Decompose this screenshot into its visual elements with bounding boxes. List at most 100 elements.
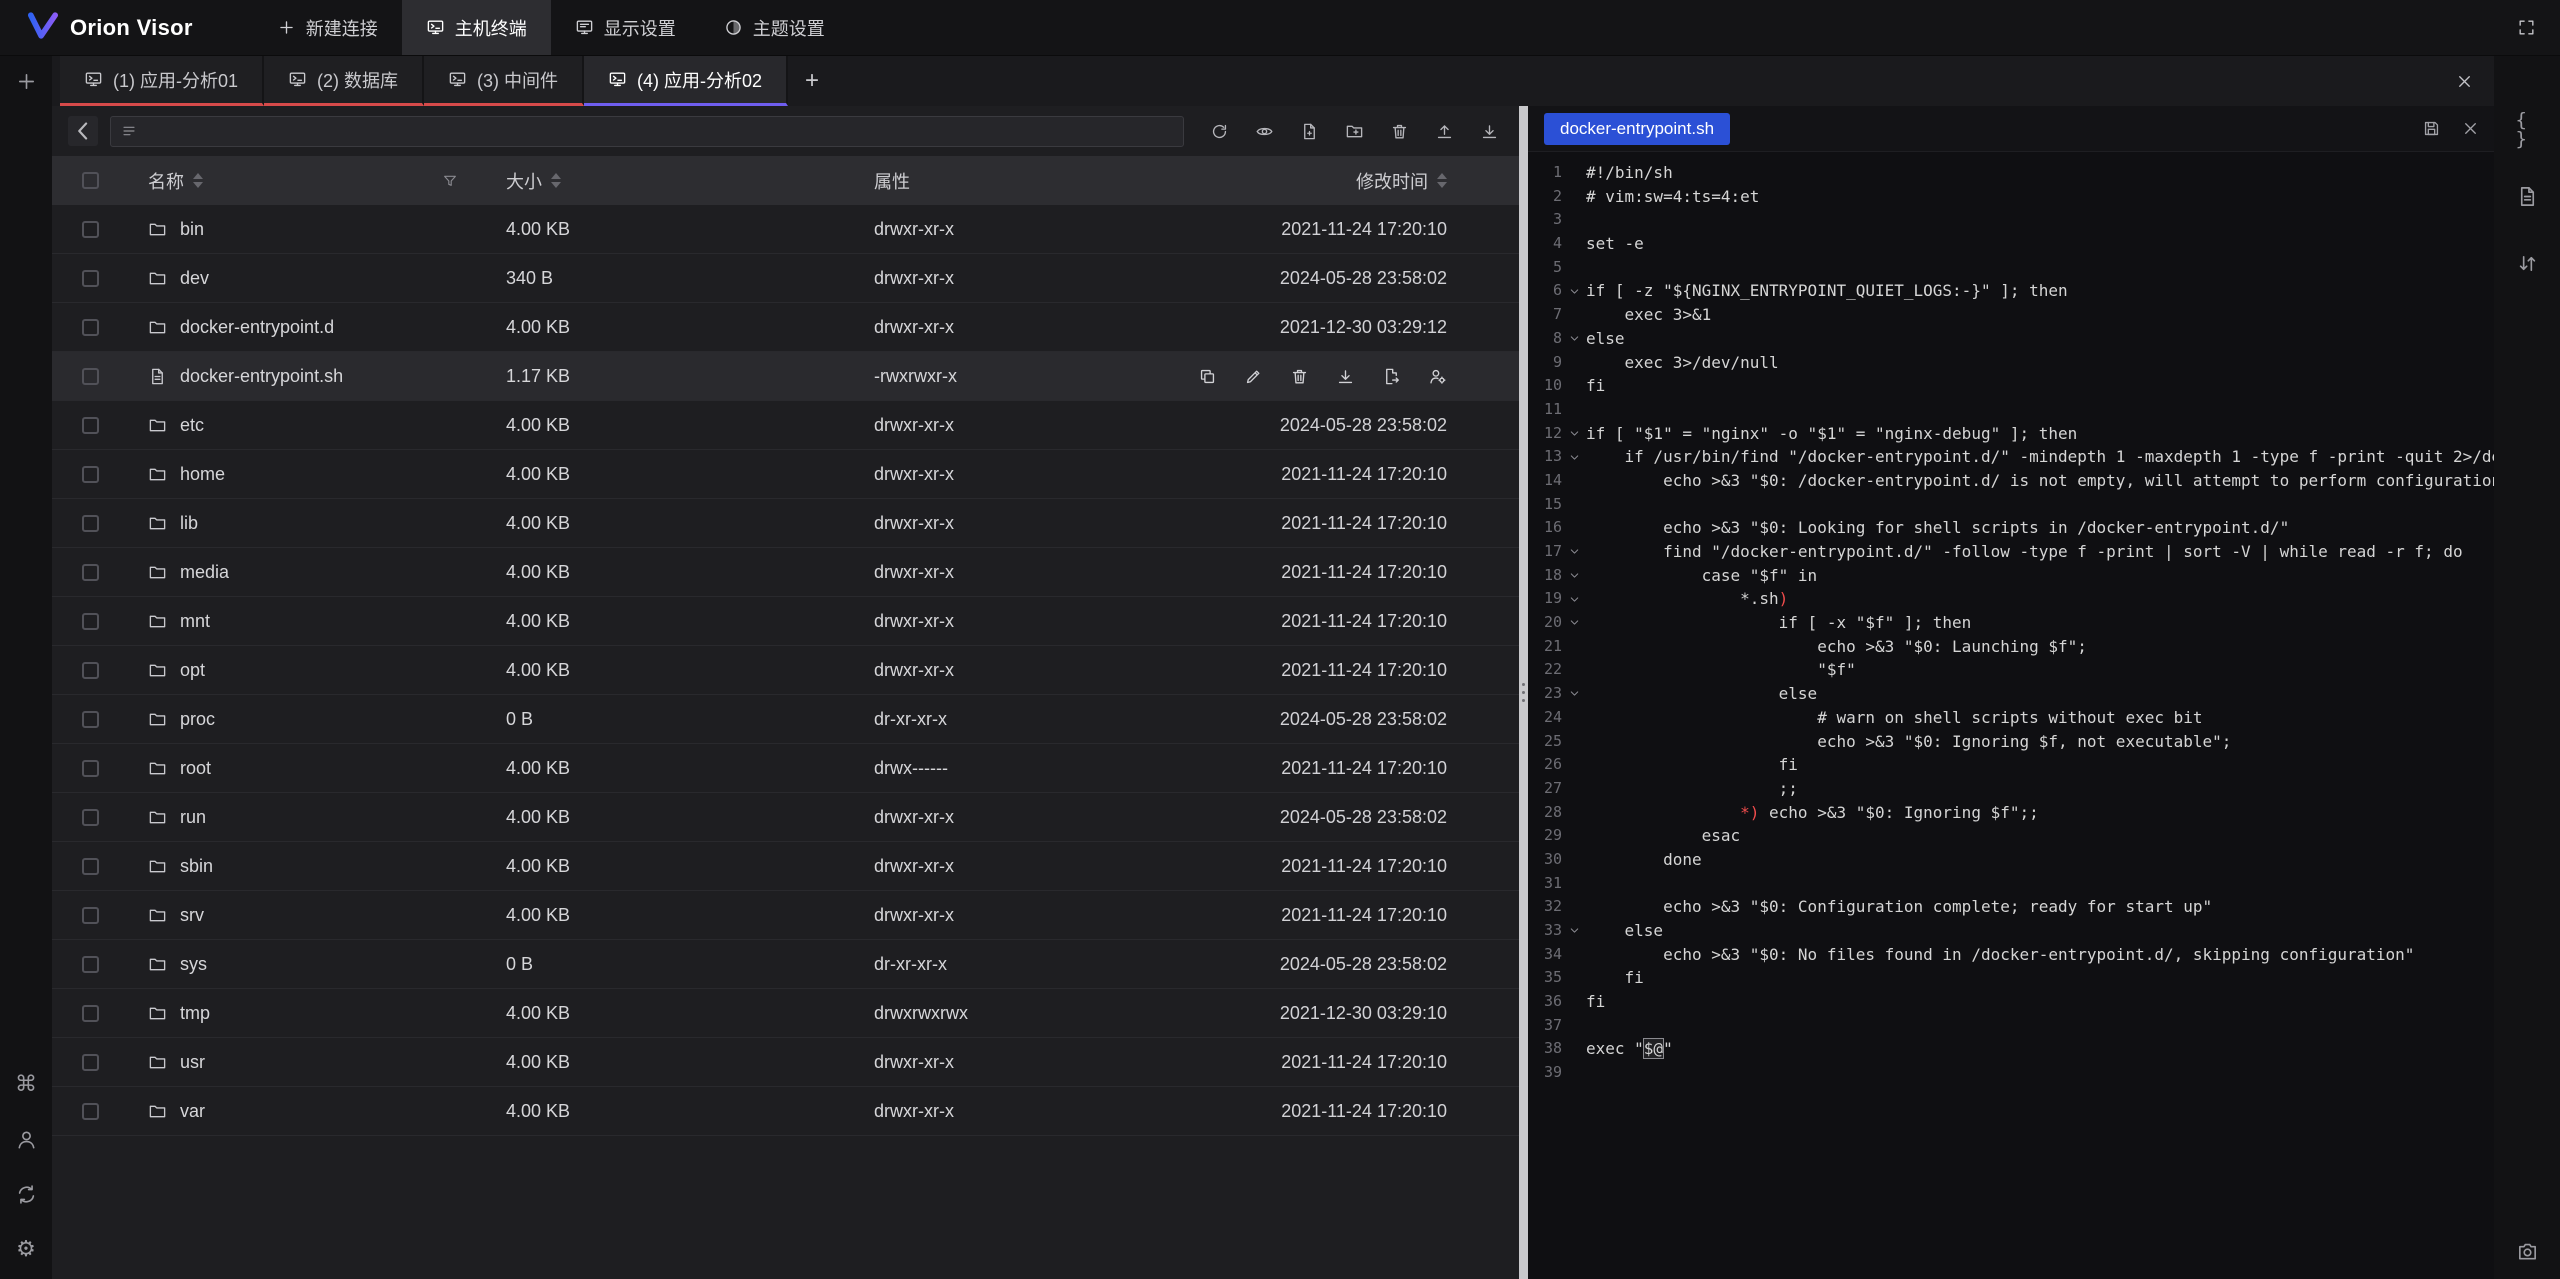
table-row[interactable]: root4.00 KBdrwx------2021-11-24 17:20:10 xyxy=(52,744,1519,793)
editor-file-tab[interactable]: docker-entrypoint.sh xyxy=(1544,113,1730,145)
code-area[interactable]: 1#!/bin/sh2# vim:sw=4:ts=4:et34set -e56i… xyxy=(1528,152,2494,1279)
row-name[interactable]: sys xyxy=(180,954,207,975)
row-checkbox[interactable] xyxy=(82,417,99,434)
table-row[interactable]: dev340 Bdrwxr-xr-x2024-05-28 23:58:02 xyxy=(52,254,1519,303)
col-name-label[interactable]: 名称 xyxy=(148,168,184,194)
fold-icon[interactable] xyxy=(1562,422,1586,446)
table-row[interactable]: media4.00 KBdrwxr-xr-x2021-11-24 17:20:1… xyxy=(52,548,1519,597)
path-input[interactable] xyxy=(146,122,1173,140)
sort-mtime-icon[interactable] xyxy=(1437,173,1447,188)
table-row[interactable]: run4.00 KBdrwxr-xr-x2024-05-28 23:58:02 xyxy=(52,793,1519,842)
sync-icon[interactable] xyxy=(15,1183,38,1206)
fold-icon[interactable] xyxy=(1562,279,1586,303)
col-size-label[interactable]: 大小 xyxy=(506,168,542,194)
braces-icon[interactable]: { } xyxy=(2516,118,2539,141)
table-row[interactable]: opt4.00 KBdrwxr-xr-x2021-11-24 17:20:10 xyxy=(52,646,1519,695)
row-checkbox[interactable] xyxy=(82,515,99,532)
copy-icon[interactable] xyxy=(1198,367,1217,386)
row-checkbox[interactable] xyxy=(82,711,99,728)
download-icon[interactable] xyxy=(1480,122,1499,141)
camera-icon[interactable] xyxy=(2516,1240,2539,1263)
row-name[interactable]: media xyxy=(180,562,229,583)
fold-icon[interactable] xyxy=(1562,540,1586,564)
add-tab-button[interactable]: + xyxy=(788,56,836,106)
sort-size-icon[interactable] xyxy=(551,173,561,188)
brand[interactable]: Orion Visor xyxy=(0,12,219,44)
table-row[interactable]: docker-entrypoint.d4.00 KBdrwxr-xr-x2021… xyxy=(52,303,1519,352)
new-file-icon[interactable] xyxy=(1300,122,1319,141)
row-name[interactable]: run xyxy=(180,807,206,828)
fold-icon[interactable] xyxy=(1562,445,1586,469)
fold-icon[interactable] xyxy=(1562,587,1586,611)
table-row[interactable]: etc4.00 KBdrwxr-xr-x2024-05-28 23:58:02 xyxy=(52,401,1519,450)
row-name[interactable]: etc xyxy=(180,415,204,436)
row-name[interactable]: bin xyxy=(180,219,204,240)
fold-icon[interactable] xyxy=(1562,327,1586,351)
row-name[interactable]: tmp xyxy=(180,1003,210,1024)
back-button[interactable] xyxy=(68,116,98,146)
row-checkbox[interactable] xyxy=(82,760,99,777)
delete-icon[interactable] xyxy=(1290,367,1309,386)
row-checkbox[interactable] xyxy=(82,662,99,679)
path-list-icon[interactable] xyxy=(121,123,137,139)
table-row[interactable]: home4.00 KBdrwxr-xr-x2021-11-24 17:20:10 xyxy=(52,450,1519,499)
fold-icon[interactable] xyxy=(1562,682,1586,706)
row-checkbox[interactable] xyxy=(82,1103,99,1120)
table-row[interactable]: lib4.00 KBdrwxr-xr-x2021-11-24 17:20:10 xyxy=(52,499,1519,548)
row-checkbox[interactable] xyxy=(82,368,99,385)
col-mtime-label[interactable]: 修改时间 xyxy=(1356,168,1428,194)
select-all-checkbox[interactable] xyxy=(82,172,99,189)
row-checkbox[interactable] xyxy=(82,564,99,581)
row-checkbox[interactable] xyxy=(82,319,99,336)
fold-icon[interactable] xyxy=(1562,919,1586,943)
table-row[interactable]: sys0 Bdr-xr-xr-x2024-05-28 23:58:02 xyxy=(52,940,1519,989)
row-name[interactable]: root xyxy=(180,758,211,779)
settings-gear-icon[interactable]: ⚙ xyxy=(15,1238,38,1261)
table-row[interactable]: proc0 Bdr-xr-xr-x2024-05-28 23:58:02 xyxy=(52,695,1519,744)
row-name[interactable]: proc xyxy=(180,709,215,730)
row-checkbox[interactable] xyxy=(82,221,99,238)
download-icon[interactable] xyxy=(1336,367,1355,386)
menu-item-terminal[interactable]: 主机终端 xyxy=(402,0,551,55)
table-row[interactable]: var4.00 KBdrwxr-xr-x2021-11-24 17:20:10 xyxy=(52,1087,1519,1136)
table-row[interactable]: sbin4.00 KBdrwxr-xr-x2021-11-24 17:20:10 xyxy=(52,842,1519,891)
table-row[interactable]: bin4.00 KBdrwxr-xr-x2021-11-24 17:20:10 xyxy=(52,205,1519,254)
save-icon[interactable] xyxy=(2422,119,2441,138)
fullscreen-icon[interactable] xyxy=(2517,18,2536,37)
swap-lines-icon[interactable] xyxy=(2516,252,2539,275)
command-icon[interactable]: ⌘ xyxy=(15,1073,38,1096)
session-tab[interactable]: (1) 应用-分析01 xyxy=(60,56,264,106)
session-tab[interactable]: (4) 应用-分析02 xyxy=(584,56,788,106)
row-name[interactable]: docker-entrypoint.sh xyxy=(180,366,343,387)
row-checkbox[interactable] xyxy=(82,907,99,924)
session-tab[interactable]: (3) 中间件 xyxy=(424,56,584,106)
row-checkbox[interactable] xyxy=(82,270,99,287)
row-checkbox[interactable] xyxy=(82,1054,99,1071)
row-checkbox[interactable] xyxy=(82,858,99,875)
refresh-icon[interactable] xyxy=(1210,122,1229,141)
document-icon[interactable] xyxy=(2516,185,2539,208)
move-icon[interactable] xyxy=(1382,367,1401,386)
row-name[interactable]: srv xyxy=(180,905,204,926)
fold-icon[interactable] xyxy=(1562,564,1586,588)
fold-icon[interactable] xyxy=(1562,611,1586,635)
row-name[interactable]: mnt xyxy=(180,611,210,632)
delete-icon[interactable] xyxy=(1390,122,1409,141)
row-name[interactable]: usr xyxy=(180,1052,205,1073)
table-row[interactable]: tmp4.00 KBdrwxrwxrwx2021-12-30 03:29:10 xyxy=(52,989,1519,1038)
upload-icon[interactable] xyxy=(1435,122,1454,141)
edit-icon[interactable] xyxy=(1244,367,1263,386)
close-icon[interactable] xyxy=(2455,72,2474,91)
row-name[interactable]: docker-entrypoint.d xyxy=(180,317,334,338)
row-name[interactable]: dev xyxy=(180,268,209,289)
row-checkbox[interactable] xyxy=(82,956,99,973)
row-checkbox[interactable] xyxy=(82,613,99,630)
panel-splitter[interactable] xyxy=(1519,106,1528,1279)
permission-icon[interactable] xyxy=(1428,367,1447,386)
table-row[interactable]: mnt4.00 KBdrwxr-xr-x2021-11-24 17:20:10 xyxy=(52,597,1519,646)
row-checkbox[interactable] xyxy=(82,809,99,826)
row-name[interactable]: var xyxy=(180,1101,205,1122)
add-terminal-icon[interactable] xyxy=(15,70,38,93)
menu-item-display[interactable]: 显示设置 xyxy=(551,0,700,55)
filter-icon[interactable] xyxy=(442,173,458,189)
